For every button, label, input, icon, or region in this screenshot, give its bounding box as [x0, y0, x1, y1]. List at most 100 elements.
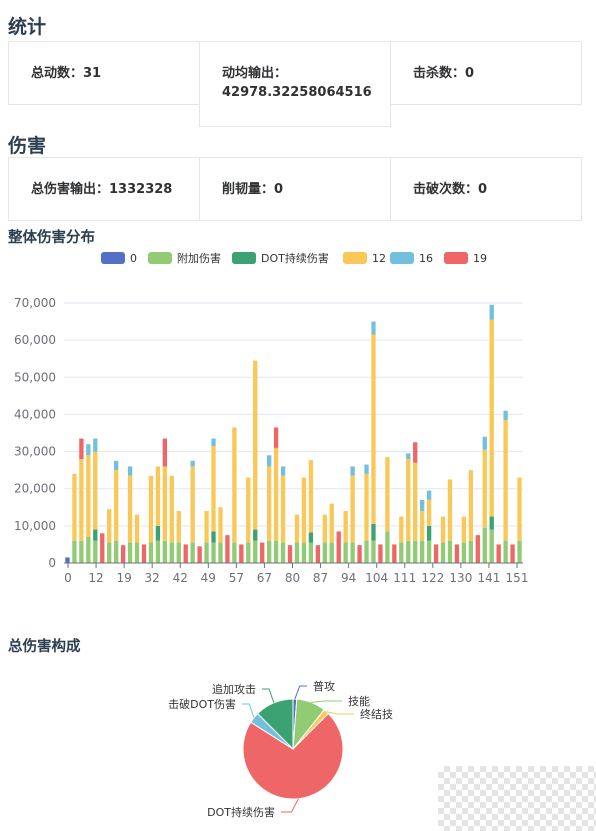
bar-stack-33[interactable] — [294, 514, 300, 563]
bar-stack-61[interactable] — [489, 304, 494, 563]
legend-item-0[interactable]: 0 — [101, 252, 137, 265]
bar-segment-s_dot — [371, 524, 376, 541]
bar-segment-s12 — [329, 503, 334, 543]
bar-stack-27[interactable] — [253, 360, 258, 563]
bar-stack-35[interactable] — [308, 460, 314, 563]
legend-item-1[interactable]: 附加伤害 — [148, 251, 221, 265]
legend-label: 0 — [130, 252, 137, 265]
bar-segment-s_extra — [294, 542, 300, 563]
bar-stack-30[interactable] — [273, 427, 279, 563]
bar-segment-s_extra — [385, 531, 390, 563]
bar-stack-8[interactable] — [120, 545, 126, 563]
bar-stack-24[interactable] — [232, 427, 237, 563]
bar-stack-31[interactable] — [280, 466, 286, 563]
bar-stack-16[interactable] — [176, 511, 181, 563]
bar-stack-6[interactable] — [107, 509, 112, 563]
bar-stack-12[interactable] — [148, 475, 154, 563]
bar-stack-58[interactable] — [468, 470, 473, 563]
bar-stack-9[interactable] — [127, 466, 133, 563]
bar-stack-15[interactable] — [169, 475, 174, 563]
bar-stack-57[interactable] — [461, 516, 467, 563]
bar-stack-29[interactable] — [267, 455, 272, 563]
bar-stack-47[interactable] — [392, 544, 397, 563]
bar-segment-s_extra — [155, 540, 161, 563]
bar-stack-10[interactable] — [134, 514, 140, 563]
legend-item-3[interactable]: 12 — [343, 252, 386, 265]
bar-stack-19[interactable] — [197, 546, 202, 563]
bar-stack-42[interactable] — [357, 545, 362, 563]
bar-stack-37[interactable] — [322, 514, 327, 563]
bar-stack-44[interactable] — [371, 321, 376, 563]
bar-stack-56[interactable] — [454, 544, 460, 563]
bar-stack-53[interactable] — [433, 544, 439, 563]
bar-stack-5[interactable] — [100, 533, 105, 563]
bar-segment-s_dot — [489, 516, 494, 530]
bar-stack-64[interactable] — [510, 544, 515, 563]
legend-item-2[interactable]: DOT持续伤害 — [232, 251, 329, 265]
bar-stack-23[interactable] — [225, 535, 230, 563]
bar-stack-52[interactable] — [426, 490, 432, 563]
bar-stack-50[interactable] — [413, 442, 418, 563]
bar-stack-26[interactable] — [246, 477, 251, 563]
bar-stack-17[interactable] — [183, 544, 188, 563]
bar-segment-s_extra — [204, 542, 209, 563]
bar-stack-4[interactable] — [93, 438, 98, 563]
bar-segment-s_extra — [413, 540, 418, 563]
bar-stack-20[interactable] — [204, 511, 209, 563]
bar-stack-63[interactable] — [503, 410, 508, 563]
bar-stack-0[interactable] — [65, 557, 70, 563]
bar-stack-54[interactable] — [440, 516, 446, 563]
bar-stack-51[interactable] — [420, 499, 425, 563]
bar-stack-62[interactable] — [496, 544, 501, 563]
bar-stack-48[interactable] — [399, 516, 404, 563]
legend-item-4[interactable]: 16 — [390, 252, 433, 265]
stat-breaks: 击破次数：0 — [390, 157, 582, 221]
bar-segment-s_extra — [162, 540, 167, 563]
bar-stack-46[interactable] — [385, 457, 390, 563]
bar-segment-s19 — [260, 542, 265, 563]
bar-stack-2[interactable] — [79, 438, 84, 563]
damage-distribution-chart: 0 附加伤害 DOT持续伤害 12 16 19 0 10,000 20,000 30,000 40… — [14, 251, 528, 585]
bar-stack-49[interactable] — [406, 453, 411, 563]
bar-segment-s16 — [350, 466, 355, 476]
legend-label: 附加伤害 — [177, 251, 221, 265]
bar-segment-s_extra — [322, 542, 327, 563]
bar-stack-34[interactable] — [301, 477, 307, 563]
bar-stack-3[interactable] — [86, 444, 91, 563]
bar-stack-1[interactable] — [72, 473, 77, 563]
bar-stack-7[interactable] — [114, 460, 119, 563]
bar-segment-s12 — [176, 511, 181, 543]
stat-label: 削韧量： — [222, 182, 275, 197]
bar-stack-36[interactable] — [315, 545, 320, 563]
bar-stack-25[interactable] — [239, 544, 244, 563]
bar-chart-grid — [64, 302, 523, 527]
bar-segment-s19 — [162, 438, 167, 467]
bar-stack-65[interactable] — [517, 477, 522, 563]
bar-stack-18[interactable] — [190, 460, 195, 563]
bar-stack-40[interactable] — [343, 511, 348, 563]
stat-toughness: 削韧量：0 — [199, 157, 391, 221]
bar-stack-22[interactable] — [218, 507, 223, 563]
bar-stack-21[interactable] — [211, 438, 216, 563]
bar-stack-28[interactable] — [260, 542, 265, 563]
legend-item-5[interactable]: 19 — [444, 252, 487, 265]
bar-stack-32[interactable] — [287, 545, 293, 563]
bar-stack-60[interactable] — [482, 436, 487, 563]
bar-stack-39[interactable] — [336, 531, 341, 563]
bar-stack-11[interactable] — [141, 544, 147, 563]
bar-stack-13[interactable] — [155, 466, 161, 563]
bar-stack-45[interactable] — [378, 544, 383, 563]
bar-stack-14[interactable] — [162, 438, 167, 563]
bar-stack-43[interactable] — [364, 464, 369, 563]
bar-stack-55[interactable] — [447, 479, 453, 563]
bar-stack-41[interactable] — [350, 466, 355, 563]
bar-stack-38[interactable] — [329, 503, 334, 563]
bar-segment-s16 — [93, 438, 98, 452]
bar-segment-s_extra — [127, 542, 133, 563]
legend-label: 19 — [473, 252, 487, 265]
bar-stack-59[interactable] — [475, 535, 480, 563]
bar-segment-s_extra — [79, 540, 84, 563]
bar-segment-s12 — [148, 475, 154, 543]
bar-segment-s_extra — [461, 542, 467, 563]
bar-segment-s_extra — [93, 540, 98, 563]
